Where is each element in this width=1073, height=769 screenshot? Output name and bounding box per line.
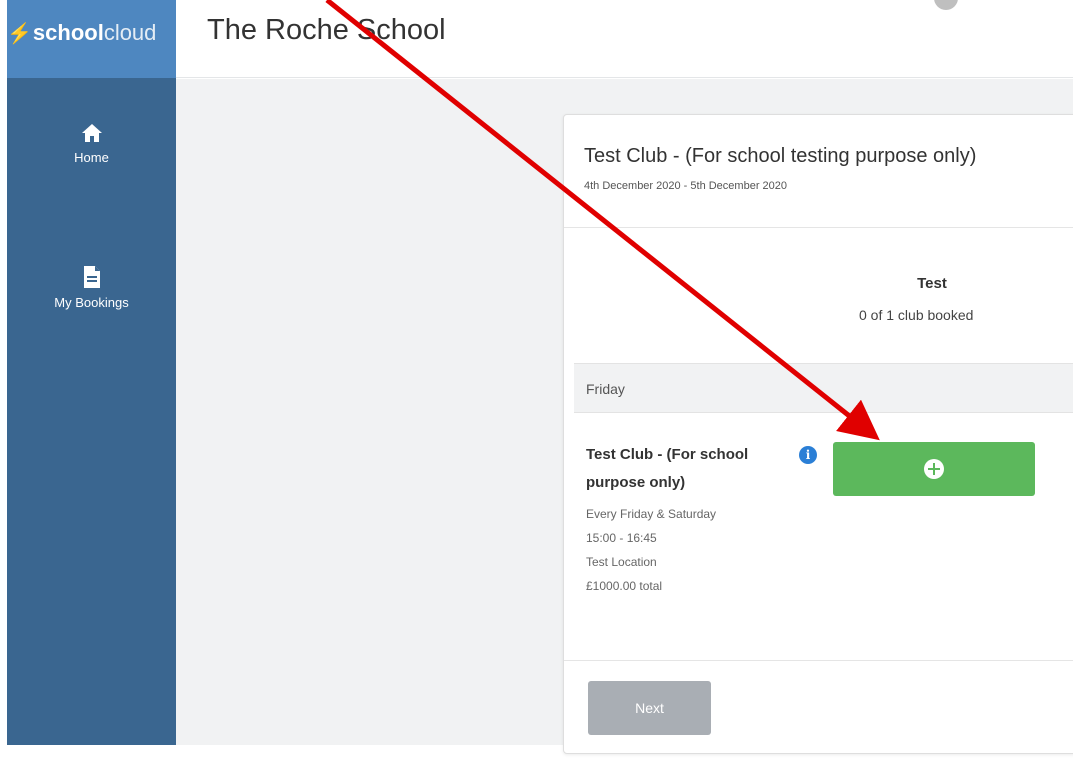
bolt-icon: ⚡ xyxy=(7,22,32,45)
left-edge xyxy=(0,0,7,769)
activity-location: Test Location xyxy=(586,555,657,569)
user-avatar[interactable] xyxy=(934,0,958,10)
logo-text-bold: school xyxy=(32,20,104,45)
activity-price: £1000.00 total xyxy=(586,579,663,593)
sidebar: ⚡ school cloud Home My Bookings xyxy=(7,0,176,745)
home-icon xyxy=(81,124,102,142)
activity-details: Every Friday & Saturday 15:00 - 16:45 Te… xyxy=(586,502,716,598)
event-dates: 4th December 2020 - 5th December 2020 xyxy=(584,180,788,192)
divider xyxy=(564,660,1073,661)
sidebar-item-label: Home xyxy=(74,150,109,165)
add-club-button[interactable] xyxy=(833,442,1035,496)
top-header: The Roche School xyxy=(176,0,1073,78)
document-icon xyxy=(83,266,100,288)
logo-bar: ⚡ school cloud xyxy=(7,0,176,78)
sidebar-item-my-bookings[interactable]: My Bookings xyxy=(7,265,176,310)
logo-text-light: cloud xyxy=(103,20,157,45)
club-name: Test xyxy=(917,275,947,292)
event-title: Test Club - (For school testing purpose … xyxy=(584,145,977,167)
club-booked-count: 0 of 1 club booked xyxy=(859,307,974,323)
activity-name: Test Club - (For school purpose only) xyxy=(586,446,749,491)
schoolcloud-logo[interactable]: ⚡ school cloud xyxy=(7,20,156,46)
activity-time: 15:00 - 16:45 xyxy=(586,531,657,545)
divider xyxy=(564,227,1073,228)
day-label: Friday xyxy=(586,381,625,397)
day-header: Friday xyxy=(574,363,1073,413)
plus-circle-icon xyxy=(924,459,944,479)
sidebar-item-home[interactable]: Home xyxy=(7,122,176,165)
next-button[interactable]: Next xyxy=(588,681,711,735)
activity-schedule: Every Friday & Saturday xyxy=(586,507,717,521)
info-icon[interactable]: i xyxy=(799,446,817,464)
booking-card: Test Club - (For school testing purpose … xyxy=(563,114,1073,754)
sidebar-item-label: My Bookings xyxy=(54,295,129,310)
page-title: The Roche School xyxy=(207,14,446,46)
